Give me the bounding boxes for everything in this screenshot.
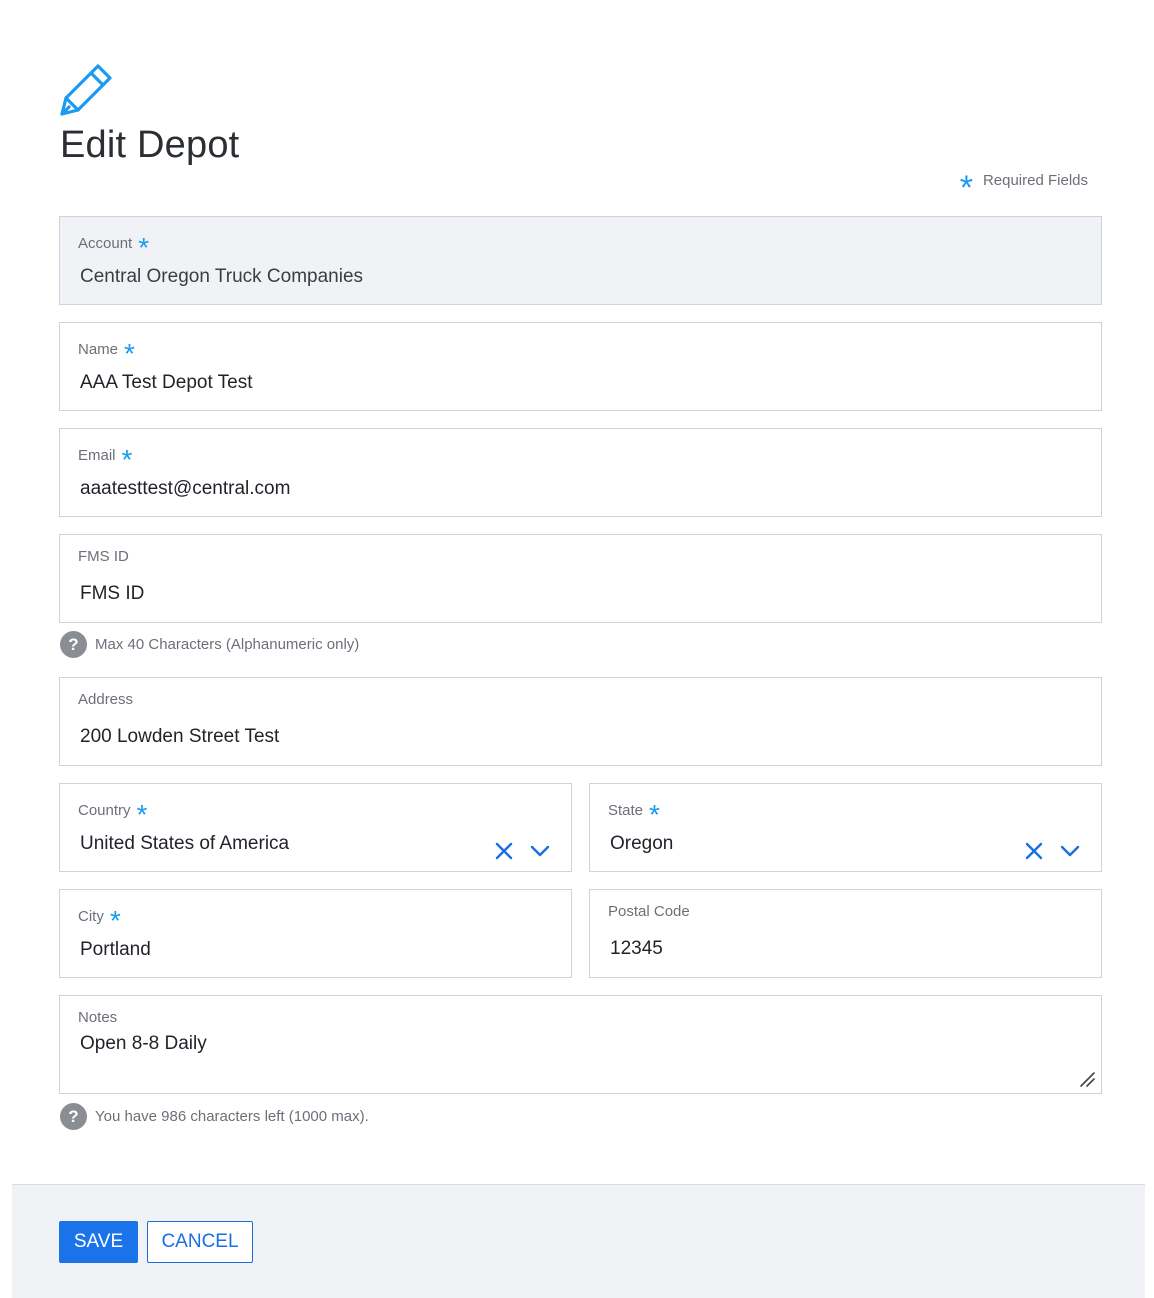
account-value: Central Oregon Truck Companies	[80, 266, 364, 287]
save-button[interactable]: SAVE	[59, 1221, 138, 1263]
country-select[interactable]: Country * United States of America	[59, 783, 572, 872]
required-star-icon: *	[649, 799, 660, 830]
question-circle-icon[interactable]: ?	[60, 1103, 87, 1130]
address-input[interactable]: 200 Lowden Street Test	[80, 726, 279, 748]
required-fields-label: Required Fields	[982, 172, 1088, 189]
country-value: United States of America	[80, 833, 290, 854]
notes-field[interactable]: Notes Open 8-8 Daily	[59, 995, 1102, 1094]
chevron-down-icon[interactable]	[529, 840, 551, 862]
state-value: Oregon	[610, 833, 674, 854]
notes-textarea[interactable]: Open 8-8 Daily	[80, 1033, 207, 1055]
state-select[interactable]: State * Oregon	[589, 783, 1102, 872]
required-fields-note: * Required Fields	[960, 171, 1088, 205]
fms-id-label: FMS ID	[78, 548, 129, 565]
postal-code-input[interactable]: 12345	[610, 938, 663, 960]
close-icon[interactable]	[1023, 840, 1045, 862]
question-circle-icon[interactable]: ?	[60, 631, 87, 658]
close-icon[interactable]	[493, 840, 515, 862]
fms-id-help-text: Max 40 Characters (Alphanumeric only)	[95, 636, 360, 653]
name-field[interactable]: Name * AAA Test Depot Test	[59, 322, 1102, 411]
state-label: State	[608, 802, 644, 819]
country-label: Country	[78, 802, 131, 819]
name-input[interactable]: AAA Test Depot Test	[80, 372, 253, 394]
city-field[interactable]: City * Portland	[59, 889, 572, 978]
pencil-icon	[60, 64, 112, 116]
fms-id-help: ? Max 40 Characters (Alphanumeric only)	[60, 631, 359, 658]
notes-help-text: You have 986 characters left (1000 max).	[95, 1108, 369, 1125]
resize-handle-icon[interactable]	[1079, 1071, 1095, 1087]
fms-id-input[interactable]: FMS ID	[80, 583, 144, 605]
chevron-down-icon[interactable]	[1059, 840, 1081, 862]
cancel-button[interactable]: CANCEL	[147, 1221, 253, 1263]
email-input[interactable]: aaatesttest@central.com	[80, 478, 290, 500]
postal-code-field[interactable]: Postal Code 12345	[589, 889, 1102, 978]
postal-code-label: Postal Code	[608, 903, 690, 920]
account-field: Account * Central Oregon Truck Companies	[59, 216, 1102, 305]
email-label: Email	[78, 447, 116, 464]
page-title: Edit Depot	[60, 124, 240, 166]
required-star-icon: *	[109, 905, 121, 936]
fms-id-field[interactable]: FMS ID FMS ID	[59, 534, 1102, 623]
city-input[interactable]: Portland	[80, 939, 151, 961]
notes-help: ? You have 986 characters left (1000 max…	[60, 1103, 369, 1130]
account-label: Account	[78, 235, 133, 252]
name-label: Name	[78, 341, 119, 358]
required-star-icon: *	[138, 232, 150, 263]
required-star-icon: *	[121, 444, 133, 475]
city-label: City	[78, 908, 104, 925]
required-star-icon: *	[959, 168, 973, 207]
notes-label: Notes	[78, 1009, 118, 1026]
address-label: Address	[78, 691, 134, 708]
email-field[interactable]: Email * aaatesttest@central.com	[59, 428, 1102, 517]
required-star-icon: *	[124, 338, 135, 369]
address-field[interactable]: Address 200 Lowden Street Test	[59, 677, 1102, 766]
required-star-icon: *	[136, 799, 148, 830]
edit-depot-page: Edit Depot * Required Fields Account * C…	[0, 0, 1154, 1298]
